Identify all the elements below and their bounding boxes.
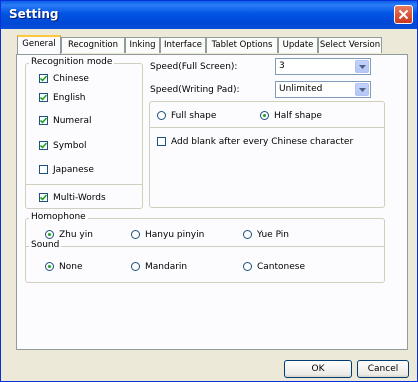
speed-full-screen-select[interactable]: 3: [275, 58, 371, 75]
yue-pin-radio[interactable]: Yue Pin: [243, 228, 289, 241]
chevron-down-icon: [359, 88, 366, 92]
half-shape-radio[interactable]: Half shape: [260, 109, 322, 122]
checkbox-box[interactable]: [39, 74, 48, 83]
english-checkbox[interactable]: English: [39, 91, 86, 104]
close-button[interactable]: [394, 5, 413, 24]
tab-inking[interactable]: Inking: [125, 37, 160, 53]
numeral-checkbox[interactable]: Numeral: [39, 114, 91, 127]
check-icon: [40, 142, 47, 149]
radio-circle[interactable]: [157, 111, 166, 120]
symbol-label: Symbol: [53, 140, 87, 151]
radio-circle[interactable]: [131, 230, 140, 239]
title-bar[interactable]: Setting: [1, 1, 417, 29]
check-icon: [40, 194, 47, 201]
mandarin-label: Mandarin: [145, 261, 188, 272]
checkbox-box[interactable]: [157, 137, 166, 146]
multi-words-checkbox[interactable]: Multi-Words: [39, 191, 106, 204]
recognition-mode-label: Recognition mode: [29, 57, 115, 68]
speed-full-screen-value: 3: [279, 61, 285, 71]
multi-words-label: Multi-Words: [53, 192, 106, 203]
japanese-checkbox[interactable]: Japanese: [39, 163, 94, 176]
add-blank-checkbox[interactable]: Add blank after every Chinese character: [157, 135, 353, 148]
homophone-label: Homophone: [29, 212, 88, 223]
checkbox-box[interactable]: [39, 93, 48, 102]
english-label: English: [53, 92, 86, 103]
tab-general[interactable]: General: [17, 35, 61, 54]
sound-none-label: None: [59, 261, 83, 272]
full-shape-radio[interactable]: Full shape: [157, 109, 216, 122]
tab-tablet-options[interactable]: Tablet Options: [206, 37, 278, 53]
chinese-label: Chinese: [53, 73, 89, 84]
dropdown-button[interactable]: [355, 60, 369, 73]
dropdown-button[interactable]: [355, 83, 369, 96]
speed-writing-pad-label: Speed(Writing Pad):: [150, 85, 240, 95]
chevron-down-icon: [359, 65, 366, 69]
half-shape-label: Half shape: [274, 110, 322, 121]
speed-writing-pad-value: Unlimited: [279, 84, 323, 94]
mandarin-radio[interactable]: Mandarin: [131, 260, 187, 273]
settings-window: Setting General Recognition Inking Inter…: [0, 0, 418, 382]
cantonese-label: Cantonese: [257, 261, 306, 272]
radio-circle[interactable]: [45, 262, 54, 271]
japanese-label: Japanese: [53, 164, 94, 175]
tab-recognition[interactable]: Recognition: [61, 37, 125, 53]
divider: [26, 184, 142, 185]
sound-label: Sound: [29, 240, 62, 251]
speed-writing-pad-select[interactable]: Unlimited: [275, 81, 371, 98]
divider: [150, 127, 384, 128]
numeral-label: Numeral: [53, 115, 92, 126]
check-icon: [40, 94, 47, 101]
speed-full-screen-label: Speed(Full Screen):: [150, 62, 238, 72]
tab-update[interactable]: Update: [278, 37, 318, 53]
tab-interface[interactable]: Interface: [160, 37, 206, 53]
yue-pin-label: Yue Pin: [257, 229, 290, 240]
hanyu-pinyin-radio[interactable]: Hanyu pinyin: [131, 228, 204, 241]
checkbox-box[interactable]: [39, 193, 48, 202]
check-icon: [40, 75, 47, 82]
radio-circle[interactable]: [131, 262, 140, 271]
ok-button[interactable]: OK: [284, 360, 352, 378]
checkbox-box[interactable]: [39, 116, 48, 125]
general-panel: Recognition mode Chinese English Numeral…: [16, 54, 408, 350]
radio-circle[interactable]: [243, 262, 252, 271]
radio-circle[interactable]: [260, 111, 269, 120]
radio-circle[interactable]: [243, 230, 252, 239]
add-blank-label: Add blank after every Chinese character: [171, 136, 354, 147]
close-icon: [398, 9, 409, 20]
symbol-checkbox[interactable]: Symbol: [39, 139, 87, 152]
cantonese-radio[interactable]: Cantonese: [243, 260, 305, 273]
cancel-button[interactable]: Cancel: [357, 360, 409, 378]
zhu-yin-label: Zhu yin: [59, 229, 93, 240]
divider: [26, 246, 384, 247]
tab-select-version[interactable]: Select Version: [318, 37, 382, 53]
window-title: Setting: [9, 7, 59, 21]
full-shape-label: Full shape: [171, 110, 217, 121]
checkbox-box[interactable]: [39, 165, 48, 174]
radio-circle[interactable]: [45, 230, 54, 239]
chinese-checkbox[interactable]: Chinese: [39, 72, 89, 85]
checkbox-box[interactable]: [39, 141, 48, 150]
check-icon: [40, 117, 47, 124]
sound-none-radio[interactable]: None: [45, 260, 82, 273]
hanyu-pinyin-label: Hanyu pinyin: [145, 229, 205, 240]
